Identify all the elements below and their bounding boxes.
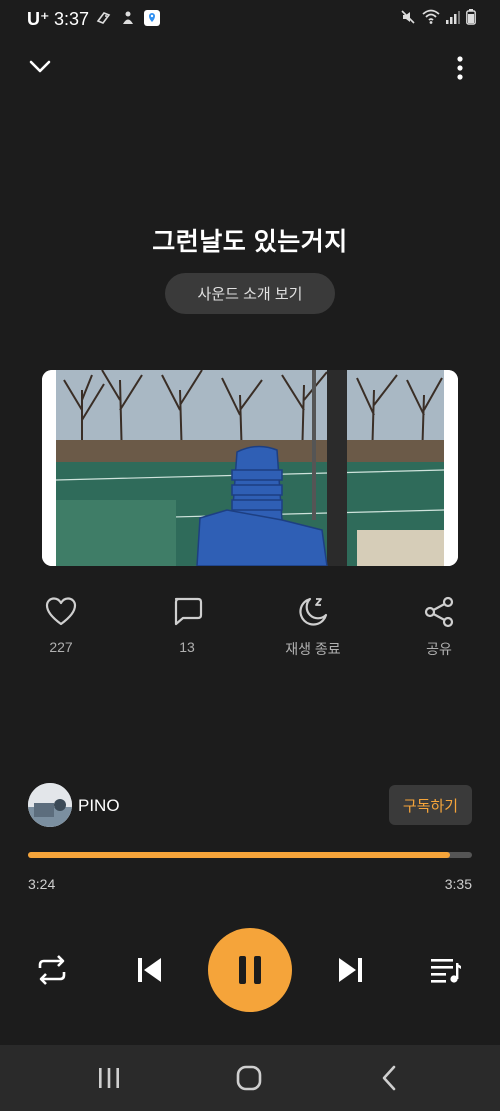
comment-icon [174,597,203,626]
battery-icon [466,9,476,25]
share-icon [424,596,454,628]
sleep-timer-button[interactable]: 재생 종료 [263,595,363,659]
like-count: 227 [49,639,73,655]
pause-button[interactable] [208,928,292,1012]
subscribe-button[interactable]: 구독하기 [389,785,472,825]
pause-icon [239,956,261,984]
top-bar [0,50,500,86]
song-title: 그런날도 있는거지 [152,228,348,256]
previous-icon[interactable] [128,950,172,990]
maps-icon [144,10,160,26]
sound-intro-button[interactable]: 사운드 소개 보기 [165,273,335,314]
like-button[interactable]: 227 [11,595,111,655]
share-label: 공유 [426,641,452,657]
sleep-timer-icon [299,597,328,626]
heart-icon [45,597,77,626]
status-time: 3:37 [54,9,90,29]
progress-bar[interactable] [28,852,472,858]
recent-apps-icon[interactable] [93,1063,125,1093]
home-icon[interactable] [233,1063,265,1093]
elapsed-time: 3:24 [28,876,56,892]
bell-icon [123,11,133,24]
chevron-down-icon[interactable] [26,52,54,80]
avatar[interactable] [28,783,72,827]
status-bar: U⁺ 3:37 [0,0,500,36]
carrier-label: U⁺ [27,9,50,29]
action-row: 227 13 재생 종료 공유 [0,595,500,665]
repeat-icon[interactable] [30,950,74,990]
total-time: 3:35 [444,876,472,892]
share-button[interactable]: 공유 [389,595,489,659]
gamepad-icon [96,12,111,24]
playback-controls [0,928,500,1012]
more-vertical-icon[interactable] [450,54,470,82]
back-icon[interactable] [373,1063,405,1093]
comment-count: 13 [179,639,195,655]
mute-icon [401,10,415,24]
comment-button[interactable]: 13 [137,595,237,655]
artist-row: PINO 구독하기 [0,783,500,829]
notification-icons [95,9,161,27]
playlist-icon[interactable] [424,950,468,990]
signal-icon [446,11,460,24]
sleep-timer-label: 재생 종료 [285,641,341,657]
wifi-icon [422,9,440,24]
album-art [42,370,458,566]
progress-fill [28,852,450,858]
system-nav-bar [0,1045,500,1111]
next-icon[interactable] [328,950,372,990]
system-icons [400,9,476,25]
artist-name[interactable]: PINO [78,796,120,816]
